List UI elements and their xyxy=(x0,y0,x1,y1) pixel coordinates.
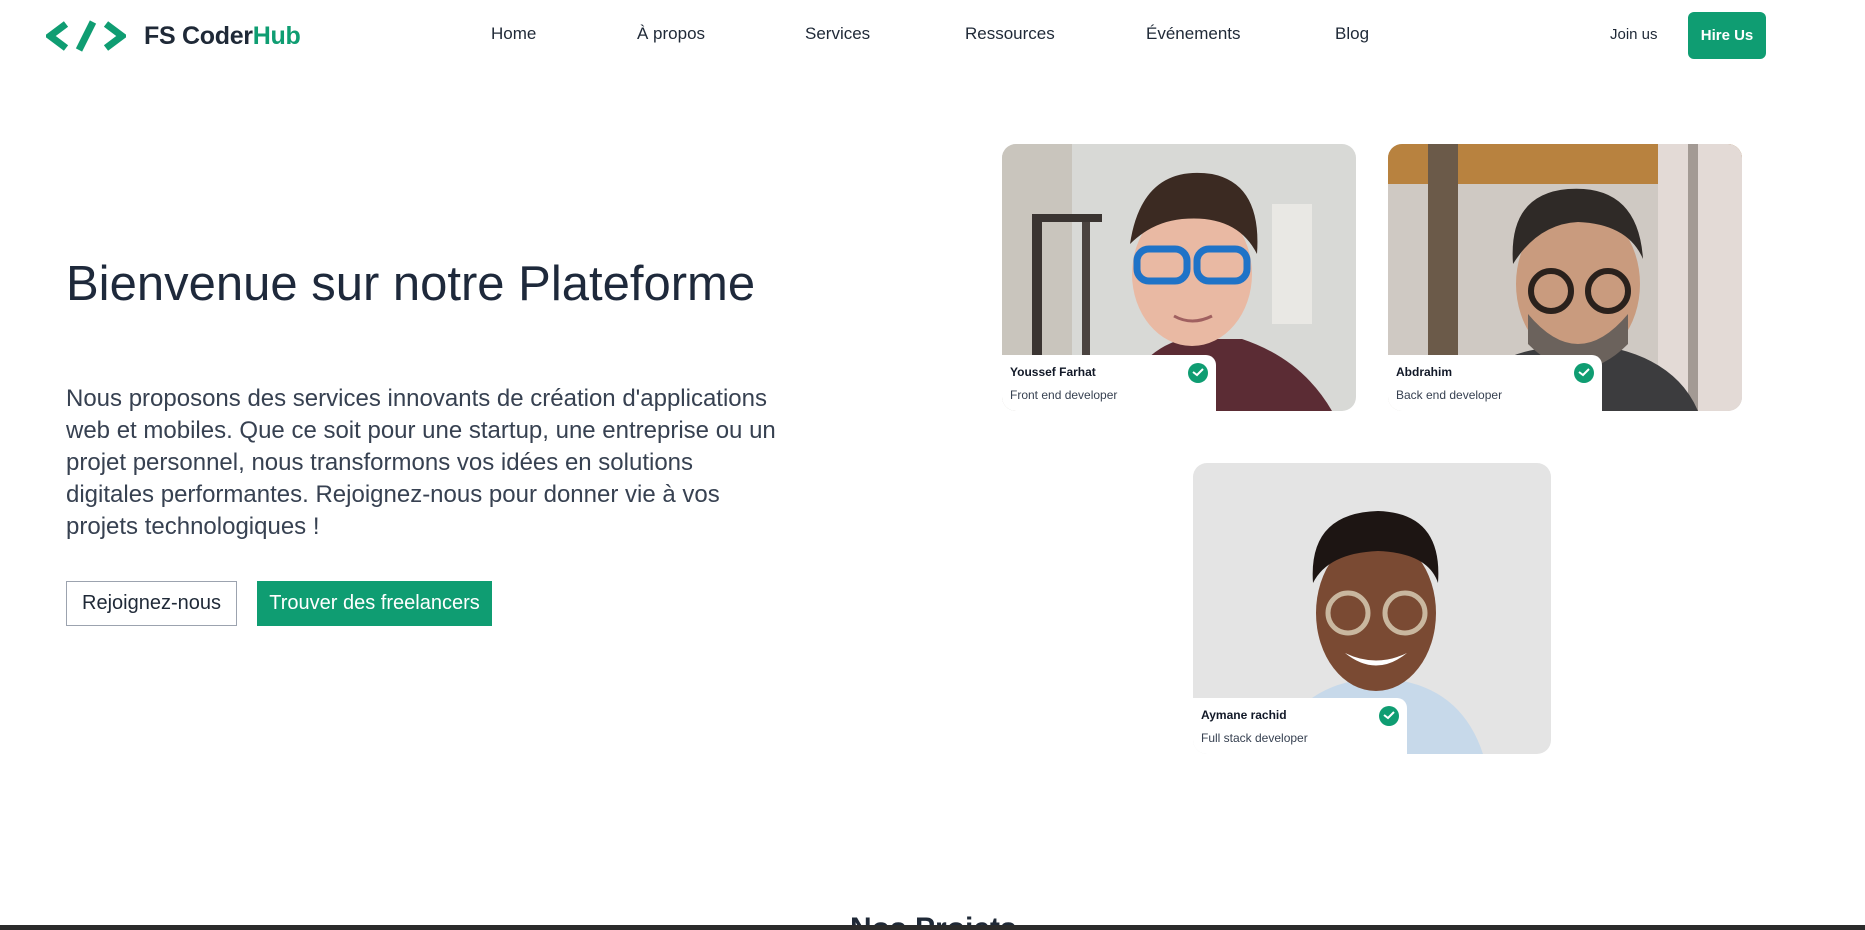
profile-card[interactable]: Abdrahim Back end developer xyxy=(1388,144,1742,411)
nav-a-propos[interactable]: À propos xyxy=(637,24,705,44)
hire-us-button[interactable]: Hire Us xyxy=(1688,12,1766,59)
find-freelancers-button[interactable]: Trouver des freelancers xyxy=(257,581,492,626)
profile-name: Aymane rachid xyxy=(1201,708,1287,722)
brand-logo[interactable]: FS CoderHub xyxy=(46,18,301,54)
check-badge-icon xyxy=(1188,363,1208,383)
nav-blog[interactable]: Blog xyxy=(1335,24,1369,44)
profile-role: Front end developer xyxy=(1010,388,1118,402)
profile-card[interactable]: Aymane rachid Full stack developer xyxy=(1193,463,1551,754)
profile-name: Youssef Farhat xyxy=(1010,365,1096,379)
site-header: FS CoderHub Home À propos Services Resso… xyxy=(0,0,1865,72)
profile-role: Full stack developer xyxy=(1201,731,1308,745)
profile-card[interactable]: Youssef Farhat Front end developer xyxy=(1002,144,1356,411)
profile-info: Aymane rachid Full stack developer xyxy=(1193,698,1407,754)
brand-name: FS CoderHub xyxy=(144,21,301,50)
profile-name: Abdrahim xyxy=(1396,365,1453,379)
divider xyxy=(0,925,1865,930)
hero-description: Nous proposons des services innovants de… xyxy=(66,385,776,540)
join-us-link[interactable]: Join us xyxy=(1610,26,1658,43)
nav-ressources[interactable]: Ressources xyxy=(965,24,1055,44)
check-badge-icon xyxy=(1379,706,1399,726)
nav-evenements[interactable]: Événements xyxy=(1146,24,1241,44)
code-brackets-icon xyxy=(46,20,126,52)
nav-home[interactable]: Home xyxy=(491,24,536,44)
profile-role: Back end developer xyxy=(1396,388,1503,402)
profile-info: Youssef Farhat Front end developer xyxy=(1002,355,1216,411)
hero-title: Bienvenue sur notre Plateforme xyxy=(66,257,756,311)
join-button[interactable]: Rejoignez-nous xyxy=(66,581,237,626)
profile-info: Abdrahim Back end developer xyxy=(1388,355,1602,411)
nav-services[interactable]: Services xyxy=(805,24,870,44)
check-badge-icon xyxy=(1574,363,1594,383)
